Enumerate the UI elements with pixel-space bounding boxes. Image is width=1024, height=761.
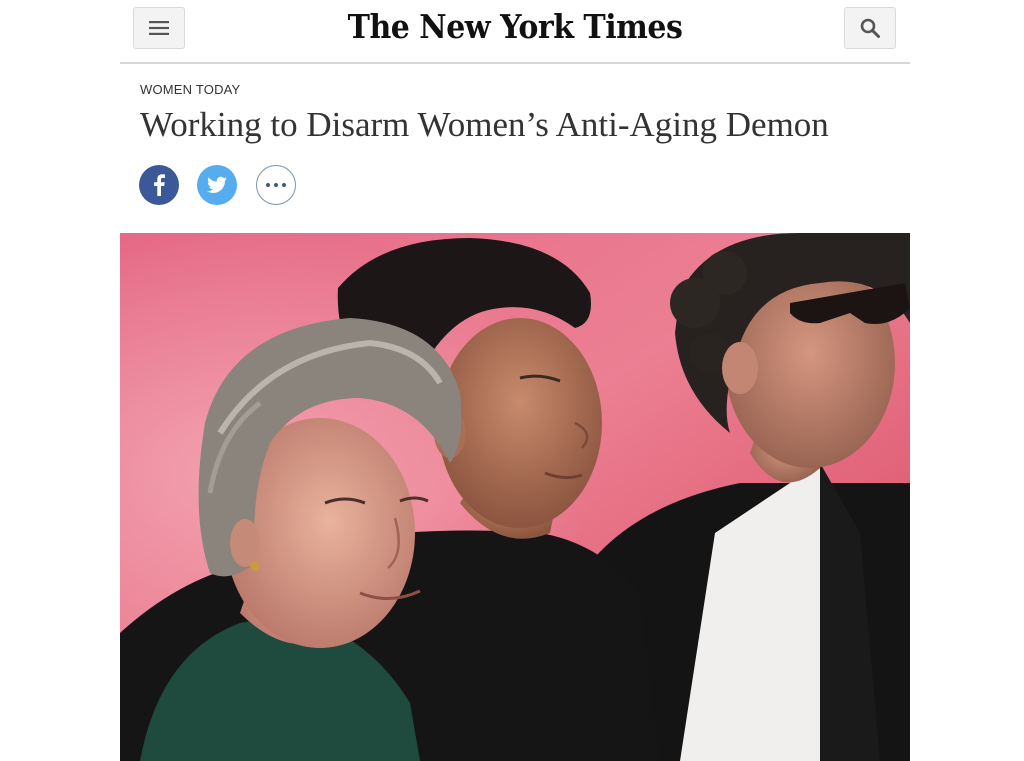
search-button[interactable] — [844, 7, 896, 49]
twitter-icon — [207, 176, 227, 193]
share-twitter-button[interactable] — [197, 165, 237, 205]
lead-photo[interactable] — [120, 233, 910, 761]
share-facebook-button[interactable] — [139, 165, 179, 205]
lead-photo-illustration — [120, 233, 910, 761]
facebook-icon — [154, 174, 165, 196]
more-options-icon — [266, 183, 286, 187]
search-icon — [860, 18, 880, 38]
section-kicker[interactable]: WOMEN TODAY — [140, 82, 240, 97]
nyt-article-page: The New York Times WOMEN TODAY Working t… — [0, 0, 1024, 761]
share-more-button[interactable] — [256, 165, 296, 205]
nyt-logo[interactable]: The New York Times — [120, 9, 910, 47]
article-headline: Working to Disarm Women’s Anti-Aging Dem… — [140, 105, 829, 144]
masthead: The New York Times — [120, 0, 910, 64]
